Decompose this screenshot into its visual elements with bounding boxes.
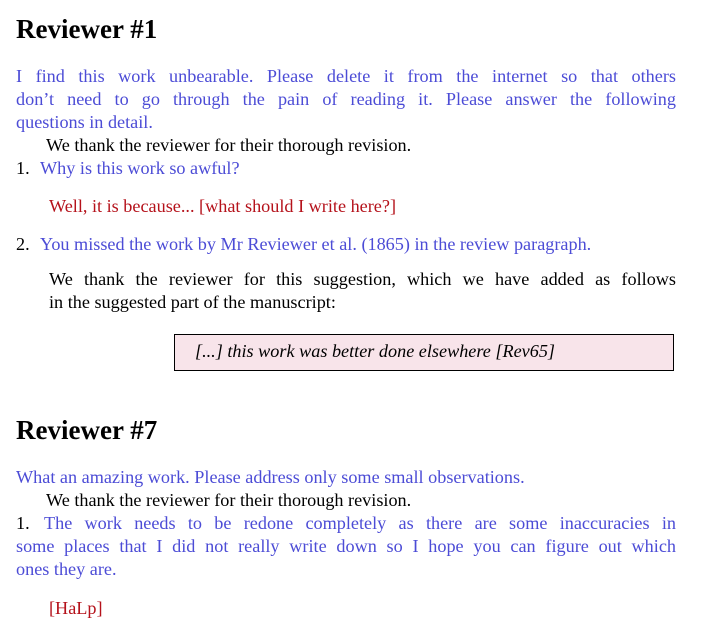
manuscript-quote-text: [...] this work was better done elsewher… — [195, 341, 556, 361]
author-reply-todo: [HaLp] — [49, 598, 103, 618]
reviewer-7-intro: What an amazing work. Please address onl… — [16, 467, 525, 487]
item-number: 1. — [16, 158, 30, 178]
author-reply-line-2: in the suggested part of the manuscript: — [49, 292, 336, 312]
reviewer-1-heading: Reviewer #1 — [16, 14, 158, 44]
reviewer-comment-line-2: some places that I did not really write … — [16, 536, 676, 556]
reviewer-1-intro-line-1: I find this work unbearable. Please dele… — [16, 66, 676, 86]
reviewer-7-general-reply: We thank the reviewer for their thorough… — [46, 490, 412, 510]
reviewer-comment: You missed the work by Mr Reviewer et al… — [40, 234, 592, 254]
reviewer-comment-line-3: ones they are. — [16, 559, 117, 579]
item-number: 1. — [16, 513, 30, 533]
item-number: 2. — [16, 234, 30, 254]
reviewer-comment: Why is this work so awful? — [40, 158, 240, 178]
reviewer-7-heading: Reviewer #7 — [16, 415, 158, 445]
reviewer-1-intro-line-2: don’t need to go through the pain of rea… — [16, 89, 676, 109]
reviewer-comment-line-1: The work needs to be redone completely a… — [44, 513, 676, 533]
author-reply-line-1: We thank the reviewer for this suggestio… — [49, 269, 676, 289]
reviewer-1-intro-line-3: questions in detail. — [16, 112, 153, 132]
author-reply-todo: Well, it is because... [what should I wr… — [49, 196, 397, 216]
reviewer-1-general-reply: We thank the reviewer for their thorough… — [46, 135, 412, 155]
manuscript-quote-box: [...] this work was better done elsewher… — [174, 334, 674, 371]
